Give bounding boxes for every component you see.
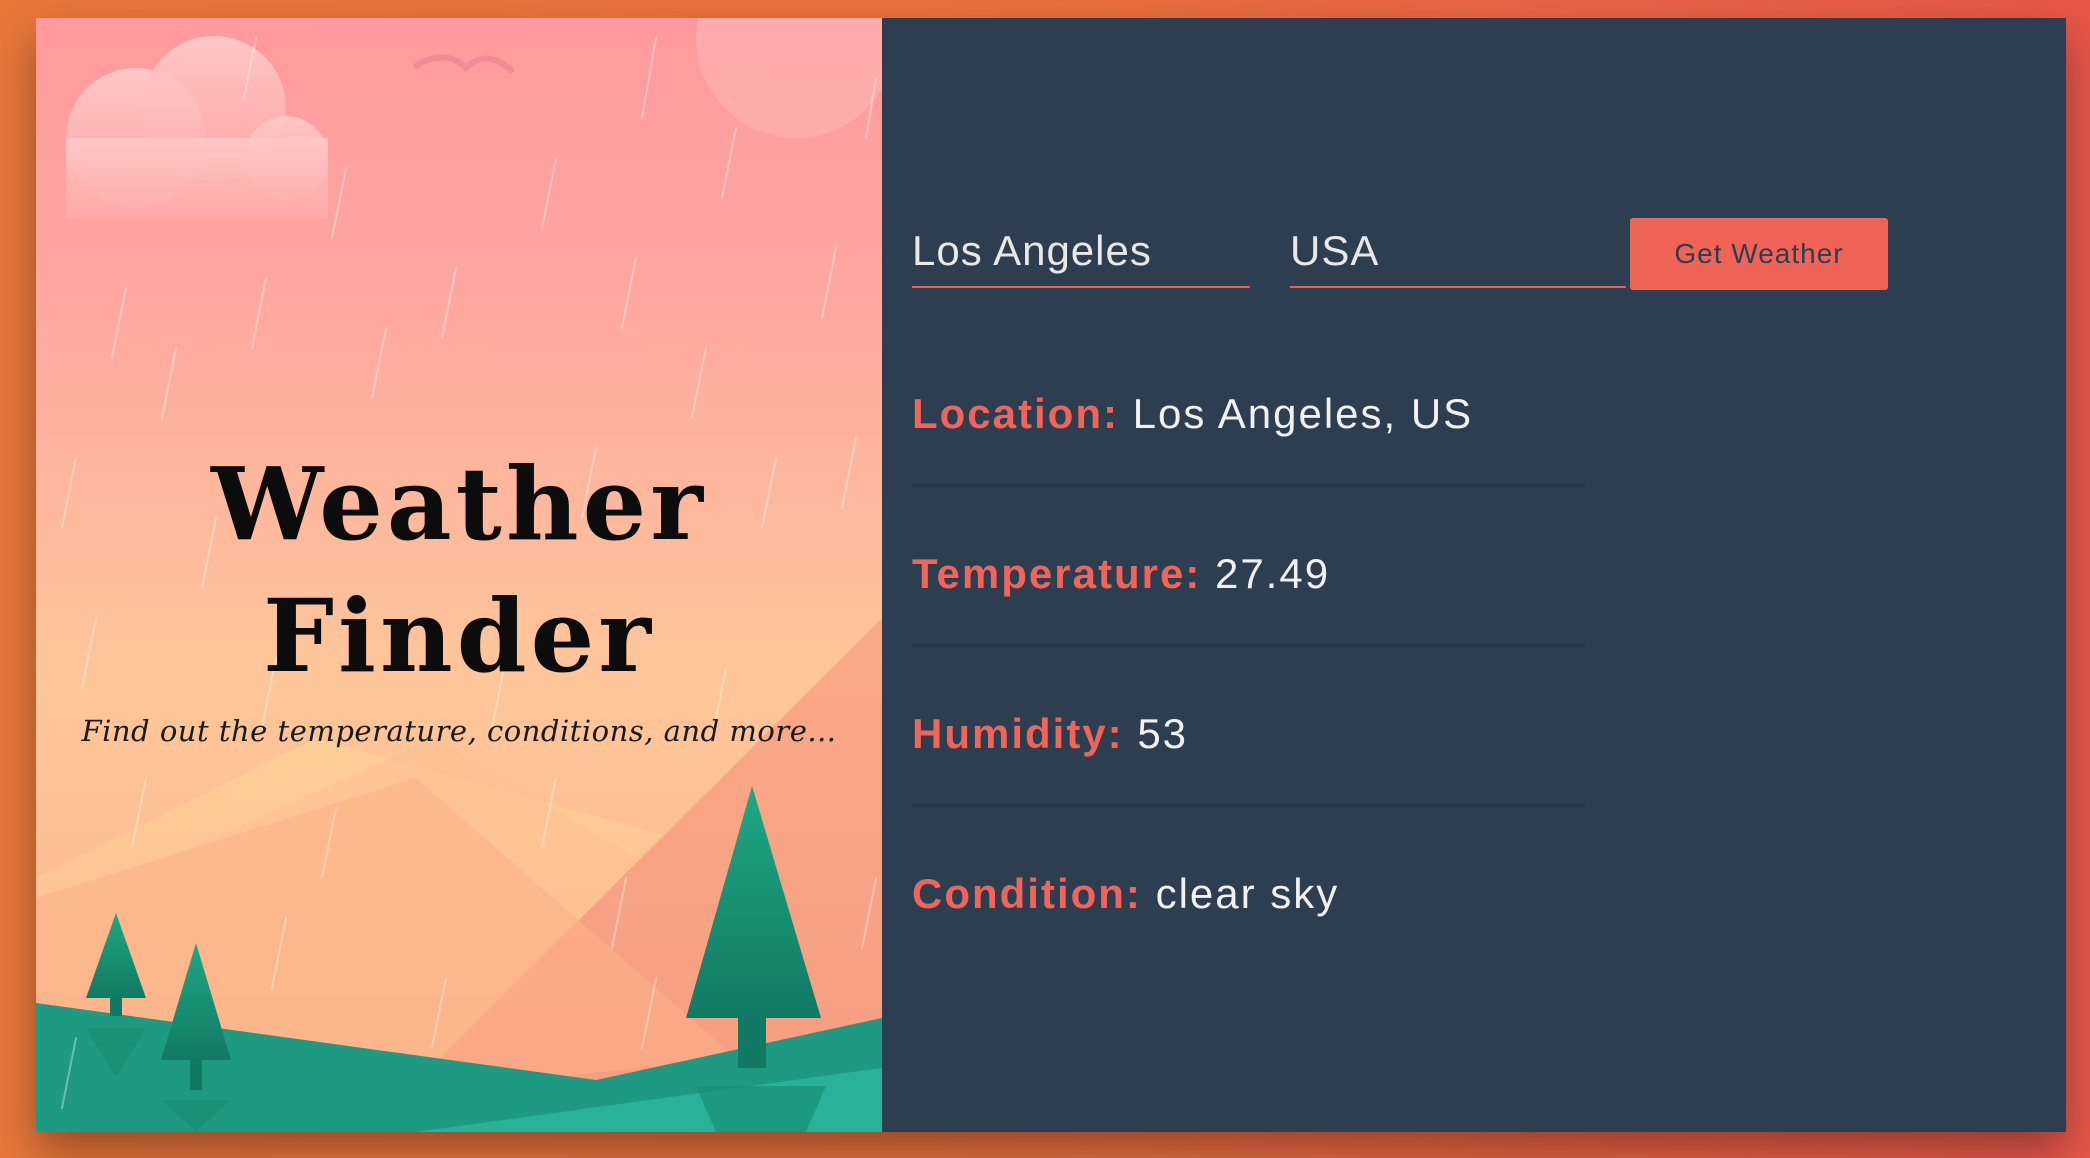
hero-panel: Weather Finder Find out the temperature,…: [36, 18, 882, 1132]
country-input[interactable]: [1290, 200, 1626, 286]
condition-row: Condition: clear sky: [912, 870, 1586, 918]
humidity-row: Humidity: 53: [912, 710, 1586, 758]
divider: [912, 804, 1586, 807]
location-label: Location:: [912, 390, 1119, 437]
city-field[interactable]: [912, 200, 1250, 288]
divider: [912, 644, 1586, 647]
location-value: Los Angeles, US: [1132, 390, 1474, 437]
cloud-icon: [66, 36, 328, 218]
temperature-value: 27.49: [1214, 550, 1331, 597]
condition-value: clear sky: [1155, 870, 1340, 917]
temperature-label: Temperature:: [912, 550, 1202, 597]
temperature-row: Temperature: 27.49: [912, 550, 1586, 598]
hero-title-block: Weather Finder Find out the temperature,…: [36, 438, 882, 748]
humidity-label: Humidity:: [912, 710, 1124, 757]
page-title: Weather Finder: [211, 445, 707, 695]
city-input[interactable]: [912, 200, 1250, 286]
condition-label: Condition:: [912, 870, 1142, 917]
country-field[interactable]: [1290, 200, 1626, 288]
divider: [912, 484, 1586, 487]
location-row: Location: Los Angeles, US: [912, 390, 1586, 438]
humidity-value: 53: [1137, 710, 1189, 757]
page-subtitle: Find out the temperature, conditions, an…: [81, 714, 837, 748]
get-weather-button[interactable]: Get Weather: [1630, 218, 1888, 290]
